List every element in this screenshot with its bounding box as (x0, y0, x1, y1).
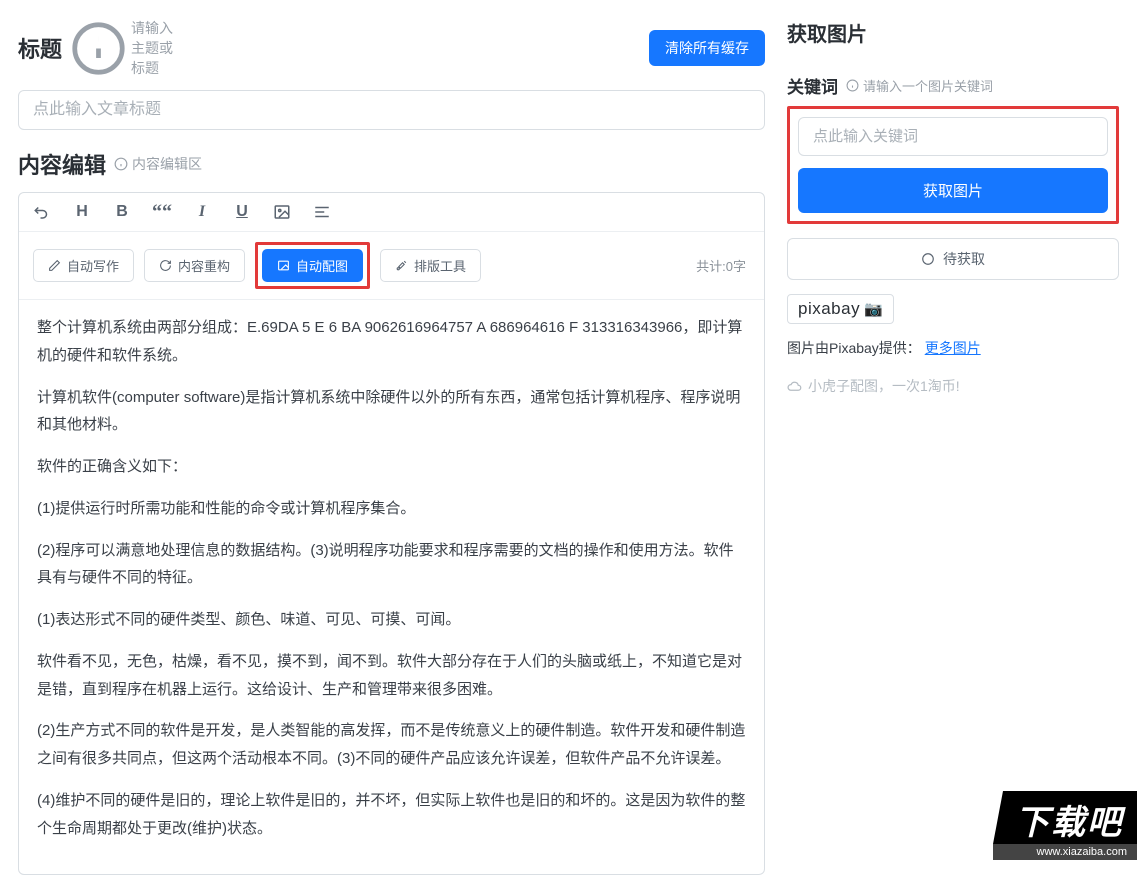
image-icon (277, 259, 290, 272)
clear-cache-button[interactable]: 清除所有缓存 (649, 30, 765, 66)
content-paragraph: (1)表达形式不同的硬件类型、颜色、味道、可见、可摸、可闻。 (37, 606, 746, 634)
image-icon[interactable] (273, 203, 291, 221)
editor-box: H B ““ I U 自动写作 内容重构 (18, 192, 765, 875)
heading-icon[interactable]: H (73, 203, 91, 221)
refresh-icon (159, 259, 172, 272)
more-images-link[interactable]: 更多图片 (925, 340, 981, 356)
undo-icon[interactable] (33, 203, 51, 221)
side-panel-title: 获取图片 (787, 18, 1119, 47)
cloud-icon (787, 379, 802, 394)
content-paragraph: (4)维护不同的硬件是旧的，理论上软件是旧的，并不坏，但实际上软件也是旧的和坏的… (37, 787, 746, 843)
side-panel: 获取图片 关键词 请输入一个图片关键词 获取图片 待获取 pixabay 📷 图… (787, 18, 1119, 875)
pending-button[interactable]: 待获取 (787, 238, 1119, 280)
title-section-header: 标题 请输入主题或标题 清除所有缓存 (18, 18, 765, 78)
keyword-highlight-box: 获取图片 (787, 106, 1119, 224)
watermark-sub: www.xiazaiba.com (993, 844, 1137, 860)
content-paragraph: 整个计算机系统由两部分组成：E.69DA 5 E 6 BA 9062616964… (37, 314, 746, 370)
info-icon (70, 20, 127, 77)
auto-write-button[interactable]: 自动写作 (33, 249, 134, 282)
watermark-main: 下载吧 (993, 791, 1137, 844)
title-label: 标题 (18, 32, 62, 64)
content-paragraph: (1)提供运行时所需功能和性能的命令或计算机程序集合。 (37, 495, 746, 523)
content-paragraph: (2)程序可以满意地处理信息的数据结构。(3)说明程序功能要求和程序需要的文档的… (37, 537, 746, 593)
title-input[interactable] (18, 90, 765, 130)
content-section-header: 内容编辑 内容编辑区 (18, 148, 765, 180)
keyword-label: 关键词 (787, 73, 838, 98)
info-icon (846, 79, 859, 92)
attribution-line: 图片由Pixabay提供： 更多图片 (787, 338, 1119, 358)
restructure-button[interactable]: 内容重构 (144, 249, 245, 282)
camera-icon: 📷 (864, 300, 883, 318)
content-paragraph: 软件看不见，无色，枯燥，看不见，摸不到，闻不到。软件大部分存在于人们的头脑或纸上… (37, 648, 746, 704)
keyword-header: 关键词 请输入一个图片关键词 (787, 73, 1119, 98)
pencil-icon (48, 259, 61, 272)
content-label: 内容编辑 (18, 148, 106, 180)
word-count: 共计:0字 (696, 256, 750, 275)
tagline: 小虎子配图，一次1淘币! (787, 376, 1119, 396)
underline-icon[interactable]: U (233, 203, 251, 221)
content-paragraph: (2)生产方式不同的软件是开发，是人类智能的高发挥，而不是传统意义上的硬件制造。… (37, 717, 746, 773)
main-column: 标题 请输入主题或标题 清除所有缓存 内容编辑 内容编辑区 H B ““ I (18, 18, 765, 875)
format-toolbar: H B ““ I U (19, 193, 764, 232)
keyword-hint: 请输入一个图片关键词 (846, 76, 993, 95)
editor-content[interactable]: 整个计算机系统由两部分组成：E.69DA 5 E 6 BA 9062616964… (19, 300, 764, 874)
content-paragraph: 软件的正确含义如下： (37, 453, 746, 481)
content-hint: 内容编辑区 (114, 154, 202, 174)
content-paragraph: 计算机软件(computer software)是指计算机系统中除硬件以外的所有… (37, 384, 746, 440)
action-toolbar: 自动写作 内容重构 自动配图 排版工具 共计:0字 (19, 232, 764, 300)
layout-tools-button[interactable]: 排版工具 (380, 249, 481, 282)
watermark: 下载吧 www.xiazaiba.com (993, 791, 1137, 860)
auto-image-highlight: 自动配图 (255, 242, 370, 289)
tools-icon (395, 259, 408, 272)
pixabay-logo: pixabay 📷 (787, 294, 894, 324)
quote-icon[interactable]: ““ (153, 203, 171, 221)
fetch-image-button[interactable]: 获取图片 (798, 168, 1108, 213)
auto-image-button[interactable]: 自动配图 (262, 249, 363, 282)
bold-icon[interactable]: B (113, 203, 131, 221)
pixabay-badge-row: pixabay 📷 (787, 294, 1119, 324)
keyword-input[interactable] (798, 117, 1108, 156)
circle-icon (921, 252, 935, 266)
align-icon[interactable] (313, 203, 331, 221)
title-hint: 请输入主题或标题 (70, 18, 186, 78)
info-icon (114, 157, 128, 171)
italic-icon[interactable]: I (193, 203, 211, 221)
